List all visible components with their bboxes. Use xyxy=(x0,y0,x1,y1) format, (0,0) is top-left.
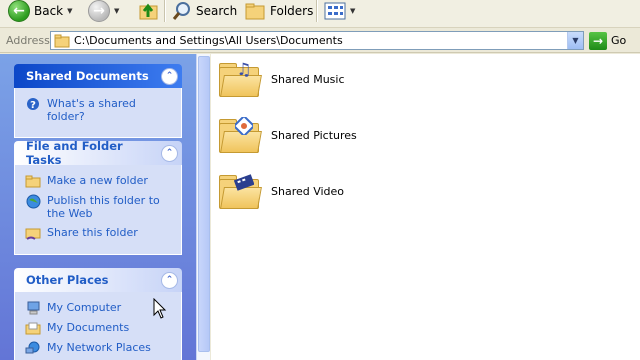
my-documents-icon xyxy=(25,321,41,335)
back-arrow-icon: ← xyxy=(8,0,30,22)
collapse-icon[interactable]: ⌃ xyxy=(161,144,178,162)
views-dropdown-icon[interactable]: ▼ xyxy=(350,7,355,15)
link-label: My Network Places xyxy=(47,341,151,354)
share-folder-icon xyxy=(25,226,41,240)
link-make-new-folder[interactable]: Make a new folder xyxy=(25,174,171,188)
folder-name: Shared Music xyxy=(271,72,345,86)
task-pane-scrollbar[interactable] xyxy=(196,54,210,360)
link-label: My Documents xyxy=(47,321,130,334)
link-label: Share this folder xyxy=(47,226,138,239)
views-button[interactable]: ▼ xyxy=(324,0,355,22)
folder-item[interactable]: Shared Video xyxy=(217,171,344,211)
forward-arrow-icon: → xyxy=(88,0,110,22)
link-my-documents[interactable]: My Documents xyxy=(25,321,171,335)
network-places-icon xyxy=(25,341,41,355)
file-folder-tasks-panel: File and Folder Tasks ⌃ Make a new folde… xyxy=(14,139,182,255)
address-field[interactable]: C:\Documents and Settings\All Users\Docu… xyxy=(50,31,584,50)
search-label: Search xyxy=(196,4,238,18)
go-arrow-icon: → xyxy=(589,31,607,50)
search-button[interactable]: Search xyxy=(172,0,237,22)
svg-text:?: ? xyxy=(30,100,36,111)
go-button[interactable]: → Go xyxy=(589,31,626,50)
other-places-header[interactable]: Other Places ⌃ xyxy=(14,268,182,292)
file-list: ♫ Shared Music Shared Pictures Shared Vi… xyxy=(211,54,640,360)
help-icon: ? xyxy=(25,97,41,111)
folder-item[interactable]: ♫ Shared Music xyxy=(217,59,345,99)
link-publish-folder-web[interactable]: Publish this folder to the Web xyxy=(25,194,171,220)
address-dropdown-icon[interactable]: ▼ xyxy=(567,32,583,49)
forward-dropdown-icon[interactable]: ▼ xyxy=(114,7,119,15)
folder-icon xyxy=(54,34,70,47)
video-folder-icon xyxy=(217,171,263,211)
back-dropdown-icon[interactable]: ▼ xyxy=(67,7,72,15)
link-label: Make a new folder xyxy=(47,174,148,187)
panel-title: Other Places xyxy=(26,273,109,287)
shared-documents-panel: Shared Documents ⌃ ? What's a shared fol… xyxy=(14,64,182,138)
toolbar: ← Back ▼ → ▼ Search Folders ▼ xyxy=(0,0,640,28)
address-bar: Address C:\Documents and Settings\All Us… xyxy=(0,29,640,53)
scrollbar-thumb[interactable] xyxy=(198,56,210,352)
back-button[interactable]: ← Back ▼ xyxy=(8,0,73,22)
address-label: Address xyxy=(6,34,50,47)
mouse-cursor-icon xyxy=(153,298,167,319)
collapse-icon[interactable]: ⌃ xyxy=(161,67,178,85)
my-computer-icon xyxy=(25,301,41,315)
link-my-computer[interactable]: My Computer xyxy=(25,301,171,315)
folder-name: Shared Video xyxy=(271,184,345,198)
folders-label: Folders xyxy=(270,4,314,18)
forward-button[interactable]: → ▼ xyxy=(88,0,119,22)
folder-item[interactable]: Shared Pictures xyxy=(217,115,357,155)
folders-button[interactable]: Folders xyxy=(244,0,313,22)
link-whats-shared-folder[interactable]: ? What's a shared folder? xyxy=(25,97,171,123)
link-label: Publish this folder to the Web xyxy=(47,194,160,220)
publish-web-icon xyxy=(25,194,41,208)
music-folder-icon: ♫ xyxy=(217,59,263,99)
back-label: Back xyxy=(34,4,64,18)
link-label: My Computer xyxy=(47,301,122,314)
address-path: C:\Documents and Settings\All Users\Docu… xyxy=(74,34,343,47)
folders-icon xyxy=(245,3,265,20)
go-label: Go xyxy=(611,34,627,47)
panel-title: File and Folder Tasks xyxy=(26,139,123,167)
file-folder-tasks-header[interactable]: File and Folder Tasks ⌃ xyxy=(14,139,182,167)
views-icon xyxy=(324,2,346,20)
up-folder-icon xyxy=(139,3,158,20)
task-pane: Shared Documents ⌃ ? What's a shared fol… xyxy=(0,54,196,360)
link-network-places[interactable]: My Network Places xyxy=(25,341,171,355)
folder-name: Shared Pictures xyxy=(271,128,357,142)
pictures-folder-icon xyxy=(217,115,263,155)
panel-title: Shared Documents xyxy=(26,69,149,83)
link-label: What's a shared folder? xyxy=(47,97,136,123)
up-folder-button[interactable] xyxy=(138,0,160,22)
collapse-icon[interactable]: ⌃ xyxy=(161,271,178,289)
new-folder-icon xyxy=(25,174,41,188)
search-icon xyxy=(172,2,190,20)
link-share-folder[interactable]: Share this folder xyxy=(25,226,171,240)
shared-documents-header[interactable]: Shared Documents ⌃ xyxy=(14,64,182,88)
